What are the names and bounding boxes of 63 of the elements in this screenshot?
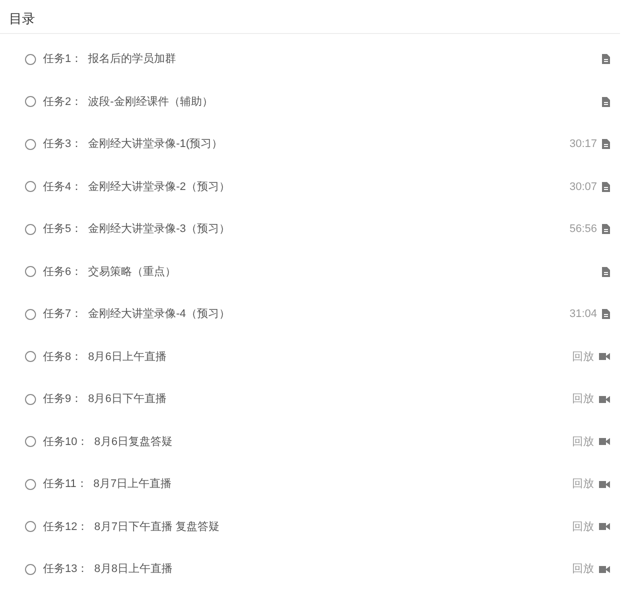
task-title[interactable]: 金刚经大讲堂录像-4（预习） — [88, 306, 230, 322]
replay-label: 回放 — [572, 434, 594, 450]
video-camera-icon — [599, 523, 610, 530]
task-number: 任务8： — [43, 350, 82, 364]
radio-circle[interactable] — [25, 224, 36, 235]
task-number: 任务9： — [43, 392, 82, 407]
video-camera-icon — [599, 566, 610, 573]
task-number: 任务6： — [43, 264, 82, 280]
task-number: 任务1： — [43, 52, 82, 67]
document-icon — [602, 266, 610, 277]
replay-label: 回放 — [572, 477, 594, 492]
task-title[interactable]: 金刚经大讲堂录像-3（预习） — [88, 221, 230, 238]
radio-circle[interactable] — [25, 478, 36, 490]
task-title[interactable]: 金刚经大讲堂录像-1(预习） — [88, 136, 223, 152]
replay-label: 回放 — [572, 520, 594, 534]
task-title[interactable]: 金刚经大讲堂录像-2（预习） — [88, 178, 230, 195]
radio-circle[interactable] — [25, 266, 36, 278]
task-number: 任务13： — [43, 562, 88, 577]
document-icon — [602, 96, 610, 107]
document-icon — [602, 182, 610, 192]
replay-label: 回放 — [572, 350, 594, 364]
section-heading: 目录 — [9, 11, 35, 26]
radio-circle[interactable] — [25, 351, 36, 362]
task-title[interactable]: 交易策略（重点） — [88, 264, 176, 280]
radio-circle[interactable] — [25, 564, 36, 575]
task-number: 任务4： — [43, 180, 82, 194]
task-title[interactable]: 8月7日上午直播 — [93, 476, 172, 492]
task-number: 任务7： — [43, 307, 82, 322]
task-title[interactable]: 8月6日下午直播 — [88, 391, 166, 408]
replay-label: 回放 — [572, 392, 594, 407]
task-number: 任务11： — [43, 477, 88, 492]
task-title[interactable]: 波段-金刚经课件（辅助） — [88, 94, 213, 110]
replay-label: 回放 — [572, 562, 594, 577]
radio-circle[interactable] — [25, 96, 36, 108]
radio-circle[interactable] — [25, 138, 36, 150]
task-number: 任务5： — [43, 222, 82, 237]
task-number: 任务10： — [43, 434, 88, 450]
video-camera-icon — [599, 353, 610, 360]
video-camera-icon — [599, 480, 610, 488]
duration-label: 56:56 — [569, 222, 597, 237]
task-title[interactable]: 8月6日上午直播 — [88, 348, 166, 365]
duration-label: 30:17 — [569, 137, 597, 152]
duration-label: 30:07 — [569, 180, 597, 194]
radio-circle[interactable] — [25, 521, 36, 532]
task-title[interactable]: 8月6日复盘答疑 — [94, 434, 172, 450]
document-icon — [602, 54, 610, 64]
video-camera-icon — [599, 396, 610, 403]
task-title[interactable]: 报名后的学员加群 — [88, 51, 176, 68]
task-number: 任务2： — [43, 94, 82, 110]
duration-label: 31:04 — [569, 307, 597, 322]
radio-circle[interactable] — [25, 394, 36, 405]
document-icon — [602, 139, 610, 150]
radio-circle[interactable] — [25, 308, 36, 320]
task-title[interactable]: 8月7日下午直播 复盘答疑 — [94, 518, 220, 535]
task-number: 任务12： — [43, 520, 88, 534]
radio-circle[interactable] — [25, 181, 36, 192]
radio-circle[interactable] — [25, 436, 36, 448]
document-icon — [602, 309, 610, 320]
radio-circle[interactable] — [25, 54, 36, 65]
task-number: 任务3： — [43, 137, 82, 152]
video-camera-icon — [599, 438, 610, 446]
task-title[interactable]: 8月8日上午直播 — [94, 561, 172, 578]
document-icon — [602, 224, 610, 234]
